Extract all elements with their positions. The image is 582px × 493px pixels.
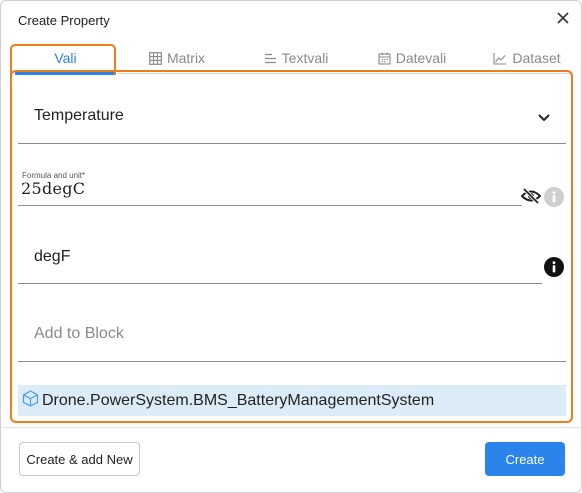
chevron-down-icon[interactable] [538,109,550,127]
create-property-dialog: Create Property Vali Matrix Textvali Dat… [0,0,582,493]
formula-field[interactable]: Formula and unit* 25degC [18,166,522,206]
cube-icon [22,389,39,412]
formula-value: 25degC [21,179,86,198]
text-lines-icon [264,52,277,65]
eye-off-icon[interactable] [520,187,542,210]
quantity-select[interactable]: Temperature [18,87,566,144]
display-unit-field[interactable]: degF [18,231,542,284]
close-icon[interactable] [554,9,572,27]
create-button[interactable]: Create [485,442,565,476]
tab-label: Dataset [512,50,561,66]
chart-icon [493,52,507,65]
footer-divider [1,427,581,428]
add-to-block-input[interactable]: Add to Block [18,307,566,362]
create-and-add-new-button[interactable]: Create & add New [19,442,140,476]
calendar-icon [378,52,391,65]
tab-label: Matrix [166,50,206,66]
quantity-select-value: Temperature [34,107,124,124]
add-to-block-placeholder: Add to Block [34,325,124,342]
info-icon[interactable] [544,257,564,282]
tab-label: Vali [54,50,77,66]
block-path-text: Drone.PowerSystem.BMS_BatteryManagementS… [42,391,435,409]
display-unit-value: degF [34,248,71,265]
block-path-chip[interactable]: Drone.PowerSystem.BMS_BatteryManagementS… [18,385,566,416]
dialog-title: Create Property [18,13,110,28]
info-icon[interactable] [544,187,564,212]
table-icon [149,51,162,65]
tab-label: Textvali [281,50,329,66]
tab-label: Datevali [395,50,447,66]
